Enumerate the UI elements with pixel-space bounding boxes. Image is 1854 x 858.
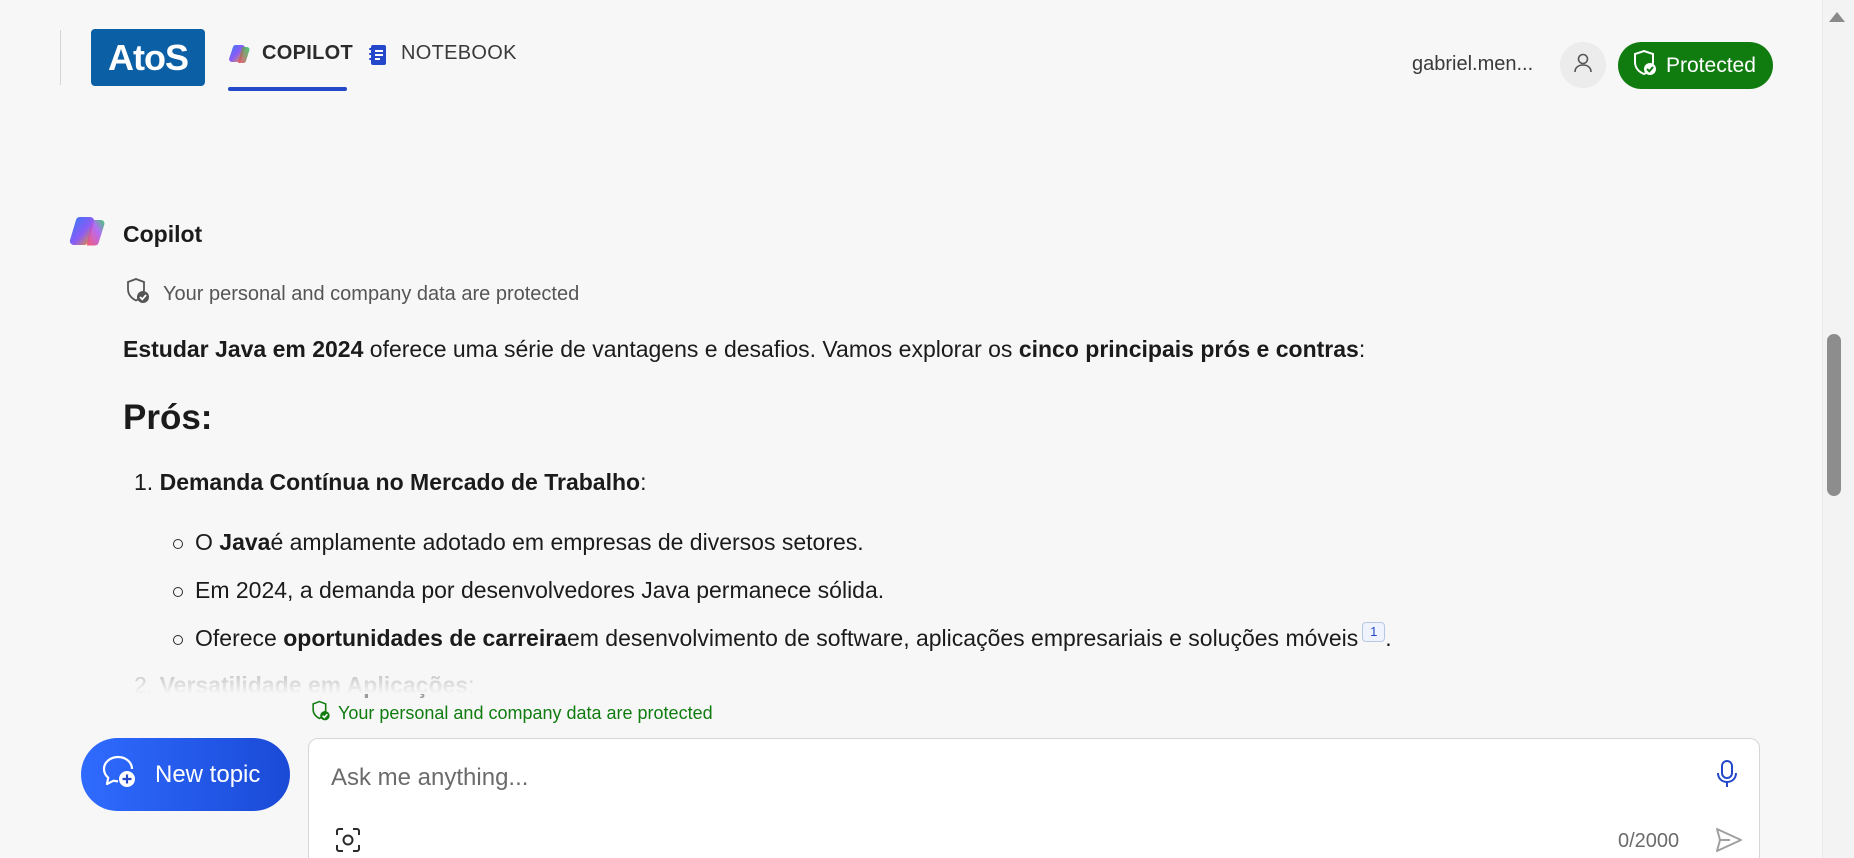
header-divider — [60, 30, 61, 85]
bullet-text-end: . — [1385, 625, 1392, 651]
message-privacy-notice: Your personal and company data are prote… — [125, 277, 579, 311]
list-item-title: Demanda Contínua no Mercado de Trabalho — [159, 469, 641, 495]
section-heading: Prós: — [123, 398, 213, 437]
chat-add-icon — [101, 753, 137, 796]
bullet-text: Oferece — [195, 625, 277, 651]
intro-text-end: : — [1358, 336, 1366, 362]
bullet-text-rest: é amplamente adotado em empresas de dive… — [270, 529, 864, 555]
list-item: Em 2024, a demanda por desenvolvedores J… — [173, 577, 884, 604]
active-tab-indicator — [228, 87, 347, 91]
list-item: O Java é amplamente adotado em empresas … — [173, 529, 864, 556]
atos-logo[interactable]: AtoS — [91, 29, 205, 86]
screenshot-button[interactable] — [333, 827, 363, 857]
bullet-text: Em 2024, a demanda por desenvolvedores J… — [195, 577, 885, 603]
microphone-icon — [1716, 759, 1738, 794]
list-item: Oferece oportunidades de carreira em des… — [173, 621, 1392, 652]
composer-privacy-text: Your personal and company data are prote… — [338, 703, 713, 723]
citation-link[interactable]: 1 — [1362, 621, 1386, 642]
bullet-bold: Java — [219, 529, 271, 555]
tab-copilot-label: COPILOT — [262, 42, 353, 64]
protected-badge[interactable]: Protected — [1618, 42, 1773, 89]
tab-notebook-label: NOTEBOOK — [401, 42, 517, 64]
user-icon — [1572, 52, 1594, 79]
new-topic-button[interactable]: New topic — [81, 738, 290, 811]
copilot-avatar-icon — [68, 214, 108, 250]
send-icon — [1715, 827, 1743, 858]
intro-bold-summary: cinco principais prós e contras — [1018, 336, 1359, 362]
protected-label: Protected — [1666, 53, 1756, 77]
bullet-marker — [173, 586, 183, 597]
microphone-button[interactable] — [1712, 759, 1742, 793]
tab-notebook[interactable]: NOTEBOOK — [367, 42, 517, 92]
bullet-text-rest: em desenvolvimento de software, aplicaçõ… — [566, 625, 1359, 651]
send-button[interactable] — [1714, 827, 1744, 857]
composer-privacy-notice: Your personal and company data are prote… — [310, 700, 713, 727]
list-item-number: 1. — [134, 469, 154, 495]
message-intro: Estudar Java em 2024 oferece uma série d… — [123, 336, 1365, 363]
logo-text: AtoS — [108, 36, 189, 78]
intro-bold-topic: Estudar Java em 2024 — [123, 336, 364, 362]
shield-check-icon — [1632, 49, 1658, 83]
bullet-marker — [173, 634, 183, 645]
bullet-bold: oportunidades de carreira — [283, 625, 567, 651]
privacy-notice-text: Your personal and company data are prote… — [163, 282, 580, 305]
shield-check-icon — [125, 277, 151, 311]
top-bar: AtoS COPILOT NOTEBOOK gabriel.men... Pro… — [0, 0, 1822, 112]
chat-input[interactable] — [331, 761, 1651, 795]
intro-text: oferece uma série de vantagens e desafio… — [363, 336, 1019, 362]
scrollbar-thumb[interactable] — [1827, 334, 1841, 496]
bullet-marker — [173, 538, 183, 549]
chat-composer: 0/2000 — [308, 738, 1760, 858]
list-item: 1. Demanda Contínua no Mercado de Trabal… — [134, 469, 646, 496]
tab-copilot[interactable]: COPILOT — [228, 42, 353, 92]
screenshot-capture-icon — [335, 827, 361, 858]
notebook-icon — [367, 42, 391, 66]
new-topic-label: New topic — [155, 760, 261, 788]
scroll-up-arrow-icon[interactable] — [1829, 12, 1845, 22]
scroll-fade-overlay — [0, 664, 1822, 694]
message-author: Copilot — [123, 221, 203, 247]
avatar[interactable] — [1560, 42, 1606, 88]
user-name[interactable]: gabriel.men... — [1412, 53, 1533, 76]
copilot-icon — [228, 42, 252, 66]
shield-check-icon — [310, 700, 332, 727]
list-item-suffix: : — [640, 469, 647, 495]
character-counter: 0/2000 — [1618, 830, 1680, 852]
bullet-text: O — [195, 529, 213, 555]
